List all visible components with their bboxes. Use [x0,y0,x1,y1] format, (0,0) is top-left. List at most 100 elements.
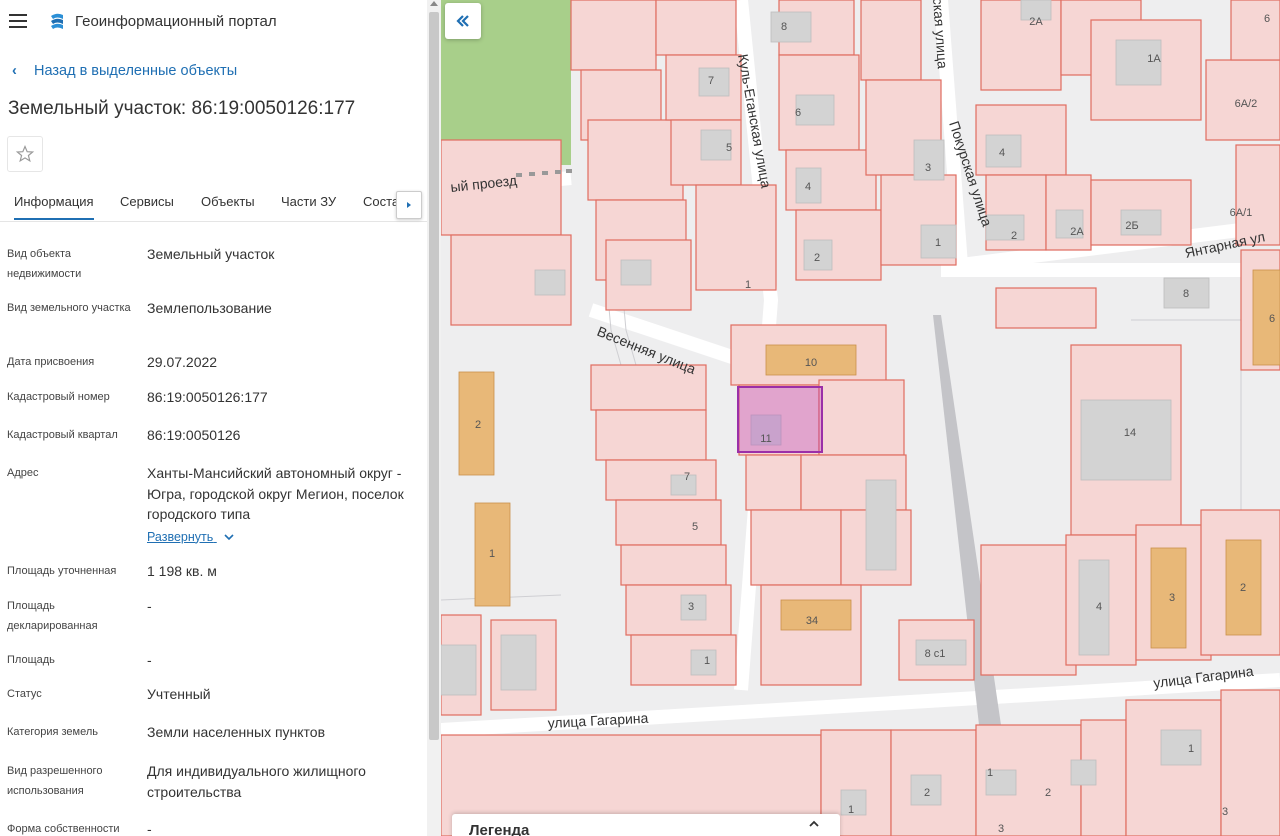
street-gagarina-left: улица Гагарина [547,710,649,731]
svg-text:5: 5 [692,521,698,533]
portal-logo-icon [51,13,63,29]
menu-icon[interactable] [9,14,27,28]
field-label: Вид разрешенного использования [7,765,103,797]
svg-text:6: 6 [795,107,801,119]
map-canvas[interactable]: Куль-Еганская улица Покурская улица ская… [441,0,1280,836]
svg-text:8: 8 [1183,288,1189,300]
tab-parts[interactable]: Части ЗУ [281,194,336,209]
chevron-up-icon[interactable] [808,820,820,828]
expand-address-link[interactable]: Развернуть [147,527,234,548]
scroll-thumb[interactable] [429,12,439,740]
field-value: 1 198 кв. м [147,563,217,579]
tab-bar: Информация Сервисы Объекты Части ЗУ Сост… [0,184,427,222]
chevron-down-icon [224,533,234,540]
field-value: 86:19:0050126:177 [147,389,268,405]
svg-text:14: 14 [1124,427,1136,439]
app-title: Геоинформационный портал [75,13,277,30]
cadastral-map[interactable]: Куль-Еганская улица Покурская улица ская… [441,0,1280,836]
favorite-button[interactable] [7,136,43,172]
tab-services[interactable]: Сервисы [120,194,174,209]
field-value: - [147,652,152,668]
svg-text:2: 2 [924,787,930,799]
app-bar: Геоинформационный портал [0,0,427,44]
field-value: Для индивидуального жилищного строительс… [147,763,366,800]
tab-composition[interactable]: Соста [363,194,399,209]
collapse-panel-button[interactable] [445,3,481,39]
double-chevron-left-icon [456,15,469,27]
field-value: 86:19:0050126 [147,427,241,443]
field-label: Площадь декларированная [7,600,98,632]
field-value: Земли населенных пунктов [147,724,326,740]
svg-text:3: 3 [1222,806,1228,818]
legend-title: Легенда [469,822,530,836]
field-label: Вид объекта недвижимости [7,248,82,280]
tab-objects[interactable]: Объекты [201,194,255,209]
svg-text:6: 6 [1264,13,1270,25]
field-label: Кадастровый квартал [7,429,118,441]
tab-information[interactable]: Информация [14,194,94,220]
page-title: Земельный участок: 86:19:0050126:177 [8,98,356,119]
svg-text:11: 11 [760,433,771,445]
svg-text:2А: 2А [1029,16,1043,28]
field-label: Дата присвоения [7,356,95,368]
svg-text:1: 1 [987,767,993,779]
svg-text:6: 6 [1269,313,1275,325]
svg-text:7: 7 [684,471,690,483]
field-label: Площадь уточненная [7,565,117,577]
field-value: - [147,598,152,614]
svg-text:1: 1 [745,279,751,291]
svg-text:1: 1 [489,548,495,560]
svg-text:10: 10 [805,357,817,369]
back-to-selected-link[interactable]: ‹ Назад в выделенные объекты [12,63,237,79]
svg-text:4: 4 [1096,601,1102,613]
svg-text:1: 1 [935,237,941,249]
field-label: Категория земель [7,726,98,738]
field-label: Площадь [7,654,55,666]
scroll-up-arrow-icon[interactable] [430,1,438,6]
field-label: Адрес [7,467,39,479]
svg-text:5: 5 [726,142,732,154]
field-value: Ханты-Мансийский автономный округ - Югра… [147,463,417,547]
field-value: - [147,821,152,836]
field-label: Форма собственности [7,823,120,835]
svg-text:2: 2 [475,419,481,431]
field-value: 29.07.2022 [147,354,218,370]
svg-text:1: 1 [848,804,854,816]
street-partial: ская улица [930,0,951,69]
svg-text:2А: 2А [1070,226,1084,238]
svg-text:1А: 1А [1147,53,1161,65]
svg-text:2: 2 [1045,787,1051,799]
svg-text:3: 3 [998,823,1004,835]
svg-text:4: 4 [999,147,1005,159]
field-label: Статус [7,688,42,700]
svg-text:2: 2 [814,252,820,264]
panel-scrollbar[interactable] [427,0,441,836]
field-label: Кадастровый номер [7,391,110,403]
info-panel: Геоинформационный портал ‹ Назад в выделе… [0,0,427,836]
svg-text:6А/1: 6А/1 [1230,207,1253,219]
address-text: Ханты-Мансийский автономный округ - Югра… [147,465,404,522]
star-icon [15,144,35,163]
svg-text:2Б: 2Б [1125,220,1138,232]
svg-text:8 с1: 8 с1 [925,648,946,660]
field-value: Землепользование [147,300,272,316]
tabs-scroll-right-button[interactable] [396,191,422,219]
svg-text:7: 7 [708,75,714,87]
svg-text:6А/2: 6А/2 [1235,98,1258,110]
svg-text:3: 3 [1169,592,1175,604]
field-value: Учтенный [147,686,211,702]
legend-panel[interactable]: Легенда [452,814,840,836]
svg-text:3: 3 [688,601,694,613]
svg-text:1: 1 [1188,743,1194,755]
svg-text:2: 2 [1011,230,1017,242]
selected-parcel[interactable] [737,386,823,453]
svg-text:8: 8 [781,21,787,33]
back-link-label: Назад в выделенные объекты [34,63,238,79]
svg-text:34: 34 [806,615,818,627]
caret-right-icon [407,202,411,208]
chevron-left-icon: ‹ [12,63,17,79]
field-label: Вид земельного участка [7,302,131,314]
svg-text:4: 4 [805,181,811,193]
svg-text:1: 1 [704,655,710,667]
expand-label: Развернуть [147,529,214,544]
